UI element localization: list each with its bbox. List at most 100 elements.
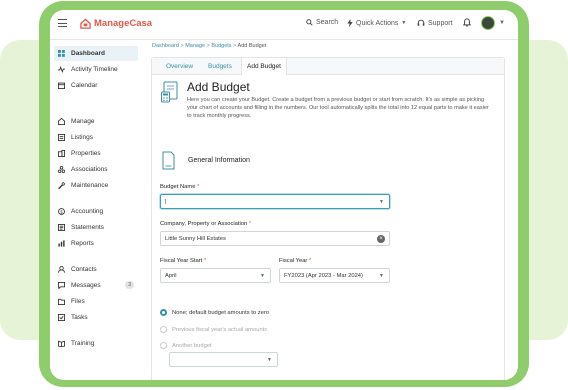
top-bar: ManageCasa Search Quick Actions ▼ Suppor… xyxy=(50,10,518,40)
logo-icon xyxy=(80,18,91,29)
sidebar-item-label: Dashboard xyxy=(71,50,105,57)
sidebar-item-label: Calendar xyxy=(71,82,98,89)
company-select[interactable]: Little Sunny Hill Estates × xyxy=(160,231,390,246)
tab-overview[interactable]: Overview xyxy=(166,63,193,70)
sidebar-item-tasks[interactable]: Tasks xyxy=(54,310,138,325)
bell-icon[interactable] xyxy=(463,18,471,27)
chevron-down-icon: ▼ xyxy=(379,199,384,205)
breadcrumb-dashboard[interactable]: Dashboard xyxy=(152,43,179,49)
company-value: Little Sunny Hill Estates xyxy=(165,235,226,242)
sidebar-item-label: Accounting xyxy=(71,208,104,215)
sidebar-item-label: Associations xyxy=(71,166,108,173)
sidebar-item-contacts[interactable]: Contacts xyxy=(54,262,138,277)
breadcrumb-separator: > xyxy=(206,43,210,49)
quick-actions-button[interactable]: Quick Actions ▼ xyxy=(347,19,406,27)
clear-icon[interactable]: × xyxy=(377,235,385,243)
sidebar-item-calendar[interactable]: Calendar xyxy=(54,78,138,93)
budget-document-icon xyxy=(161,81,178,103)
calendar-icon xyxy=(58,82,65,89)
messages-count-badge: 3 xyxy=(125,281,134,289)
sidebar-item-manage[interactable]: Manage xyxy=(54,114,138,129)
budget-name-value: | xyxy=(165,198,167,205)
app-logo-text[interactable]: ManageCasa xyxy=(94,18,152,29)
contacts-icon xyxy=(58,266,65,273)
support-label: Support xyxy=(428,19,453,27)
tab-add-budget[interactable]: Add Budget xyxy=(241,58,287,75)
support-button[interactable]: Support xyxy=(417,19,453,27)
sidebar-item-dashboard[interactable]: Dashboard xyxy=(54,46,138,61)
sidebar-item-listings[interactable]: Listings xyxy=(54,130,138,145)
quick-actions-label: Quick Actions xyxy=(356,19,399,27)
breadcrumb: Dashboard > Manage > Budgets > Add Budge… xyxy=(152,43,266,49)
sidebar-item-label: Training xyxy=(71,340,95,347)
sidebar-item-label: Statements xyxy=(71,224,104,231)
tab-budgets[interactable]: Budgets xyxy=(208,63,232,70)
chevron-down-icon: ▼ xyxy=(260,273,265,279)
another-budget-select[interactable]: ▼ xyxy=(169,352,278,367)
tab-bar: Overview Budgets Add Budget xyxy=(152,58,504,75)
breadcrumb-manage[interactable]: Manage xyxy=(185,43,205,49)
sidebar-item-accounting[interactable]: $ Accounting xyxy=(54,204,138,219)
radio-button[interactable] xyxy=(160,342,167,349)
training-icon xyxy=(58,340,65,347)
sidebar-item-label: Files xyxy=(71,298,85,305)
app-window: ManageCasa Search Quick Actions ▼ Suppor… xyxy=(50,10,518,380)
sidebar: Dashboard Activity Timeline Calendar Man… xyxy=(50,40,143,380)
sidebar-item-properties[interactable]: Properties xyxy=(54,146,138,161)
sidebar-item-statements[interactable]: Statements xyxy=(54,220,138,235)
sidebar-item-training[interactable]: Training xyxy=(54,336,138,351)
sidebar-item-activity-timeline[interactable]: Activity Timeline xyxy=(54,62,138,77)
fiscal-year-start-select[interactable]: April ▼ xyxy=(160,268,271,283)
accounting-icon: $ xyxy=(58,208,65,215)
sidebar-item-messages[interactable]: Messages 3 xyxy=(54,278,138,293)
dashboard-icon xyxy=(58,50,65,57)
sidebar-item-maintenance[interactable]: Maintenance xyxy=(54,178,138,193)
option-label: Previous fiscal year's actual amounts xyxy=(172,326,268,333)
radio-button[interactable] xyxy=(160,326,167,333)
chevron-down-icon: ▼ xyxy=(267,357,272,363)
sidebar-item-label: Activity Timeline xyxy=(71,66,118,73)
sidebar-item-label: Tasks xyxy=(71,314,88,321)
add-budget-card: Overview Budgets Add Budget Add Budget H… xyxy=(151,57,505,380)
option-previous-year[interactable]: Previous fiscal year's actual amounts xyxy=(160,326,267,333)
option-zero-amounts[interactable]: None; default budget amounts to zero xyxy=(160,309,269,316)
fiscal-year-label: Fiscal Year * xyxy=(279,258,312,264)
reports-icon xyxy=(58,240,65,247)
avatar[interactable] xyxy=(481,16,495,30)
svg-text:$: $ xyxy=(60,209,63,214)
option-another-budget[interactable]: Another budget xyxy=(160,342,212,349)
page-title: Add Budget xyxy=(187,80,250,94)
breadcrumb-separator: > xyxy=(180,43,184,49)
radio-button[interactable] xyxy=(160,309,167,316)
budget-name-label: Budget Name * xyxy=(160,184,200,190)
chevron-down-icon: ▼ xyxy=(379,273,384,279)
company-label: Company, Property or Association * xyxy=(160,221,252,227)
fiscal-year-select[interactable]: FY2023 (Apr 2023 - Mar 2024) ▼ xyxy=(279,268,390,283)
sidebar-item-reports[interactable]: Reports xyxy=(54,236,138,251)
document-icon xyxy=(162,151,175,170)
page-description: Here you can create your Budget. Create … xyxy=(187,97,489,120)
associations-icon xyxy=(58,166,65,173)
activity-icon xyxy=(58,66,65,73)
sidebar-item-label: Reports xyxy=(71,240,94,247)
option-label: Another budget xyxy=(172,342,212,349)
lightning-icon xyxy=(347,19,353,27)
manage-icon xyxy=(58,118,65,125)
fiscal-year-start-value: April xyxy=(165,272,177,279)
listings-icon xyxy=(58,134,65,141)
statements-icon xyxy=(58,224,65,231)
breadcrumb-budgets[interactable]: Budgets xyxy=(211,43,231,49)
budget-name-input[interactable]: | ▼ xyxy=(160,194,390,209)
sidebar-item-files[interactable]: Files xyxy=(54,294,138,309)
sidebar-item-label: Properties xyxy=(71,150,101,157)
sidebar-item-associations[interactable]: Associations xyxy=(54,162,138,177)
sidebar-item-label: Maintenance xyxy=(71,182,109,189)
search-label: Search xyxy=(316,19,339,26)
section-title: General Information xyxy=(188,157,250,164)
chevron-down-icon[interactable]: ▼ xyxy=(499,20,505,26)
sidebar-item-label: Contacts xyxy=(71,266,97,273)
headset-icon xyxy=(417,19,425,26)
sidebar-item-label: Messages xyxy=(71,282,101,289)
menu-icon[interactable] xyxy=(58,19,67,30)
search-button[interactable]: Search xyxy=(306,19,338,26)
